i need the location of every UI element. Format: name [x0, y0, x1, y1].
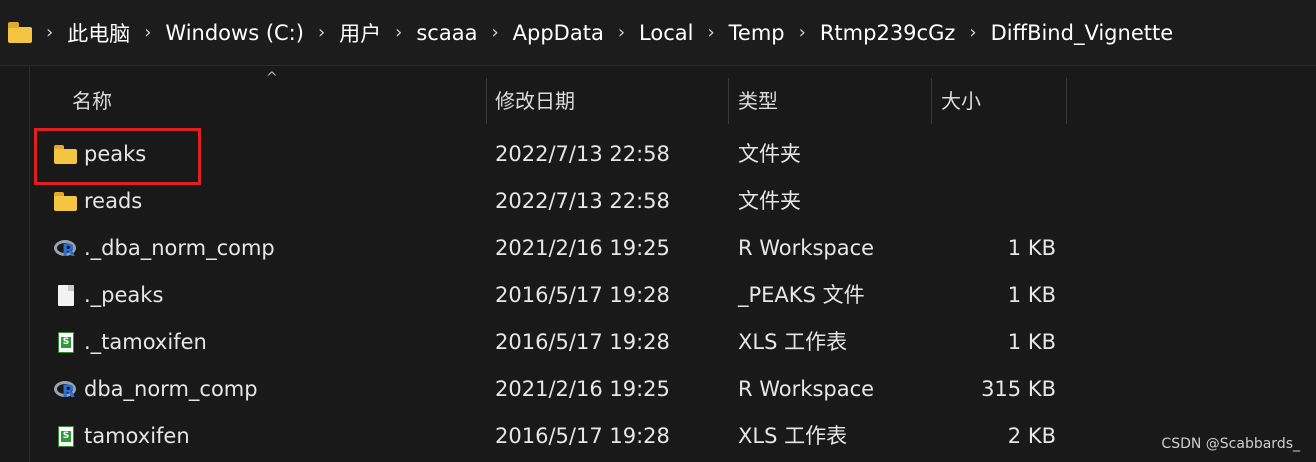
spreadsheet-icon: S: [54, 332, 78, 354]
column-divider[interactable]: [1066, 78, 1067, 124]
folder-icon: [8, 21, 32, 43]
file-name[interactable]: ._peaks: [84, 272, 163, 319]
r-workspace-icon: R: [54, 238, 78, 261]
file-size: 2 KB: [1007, 424, 1056, 448]
file-size: [930, 131, 1056, 178]
spreadsheet-icon: S: [54, 426, 78, 448]
red-highlight-box: [34, 128, 201, 185]
chevron-right-icon[interactable]: ›: [395, 22, 402, 43]
breadcrumb-rtmp[interactable]: Rtmp239cGz: [820, 21, 956, 45]
column-divider[interactable]: [728, 78, 729, 124]
file-size: 1 KB: [1007, 330, 1056, 354]
column-header-type[interactable]: 类型: [738, 78, 778, 124]
file-name[interactable]: reads: [84, 178, 142, 225]
sort-indicator-icon: ^: [266, 70, 278, 86]
column-divider[interactable]: [931, 78, 932, 124]
file-type: XLS 工作表: [738, 330, 848, 354]
file-type: R Workspace: [738, 377, 875, 401]
file-type: 文件夹: [738, 142, 801, 166]
file-row-dba-norm-comp[interactable]: R dba_norm_comp 2021/2/16 19:25 R Worksp…: [0, 366, 1316, 413]
file-name[interactable]: ._tamoxifen: [84, 319, 207, 366]
file-date: 2016/5/17 19:28: [495, 424, 670, 448]
breadcrumb-temp[interactable]: Temp: [729, 21, 785, 45]
chevron-right-icon[interactable]: ›: [969, 22, 976, 43]
breadcrumb-appdata[interactable]: AppData: [513, 21, 604, 45]
file-row-dba-norm-comp-hidden[interactable]: R ._dba_norm_comp 2021/2/16 19:25 R Work…: [0, 225, 1316, 272]
file-date: 2022/7/13 22:58: [495, 189, 670, 213]
file-size: 1 KB: [1007, 283, 1056, 307]
file-icon: [54, 285, 78, 307]
column-header-size[interactable]: 大小: [941, 78, 981, 124]
file-size: 315 KB: [981, 377, 1056, 401]
file-type: 文件夹: [738, 189, 801, 213]
file-type: R Workspace: [738, 236, 875, 260]
chevron-right-icon[interactable]: ›: [799, 22, 806, 43]
breadcrumb-local[interactable]: Local: [639, 21, 693, 45]
file-date: 2021/2/16 19:25: [495, 377, 670, 401]
breadcrumb-scaaa[interactable]: scaaa: [416, 21, 477, 45]
chevron-right-icon[interactable]: ›: [144, 22, 151, 43]
address-bar[interactable]: › 此电脑 › Windows (C:) › 用户 › scaaa › AppD…: [0, 0, 1316, 66]
chevron-right-icon[interactable]: ›: [618, 22, 625, 43]
column-divider[interactable]: [486, 78, 487, 124]
file-name[interactable]: tamoxifen: [84, 413, 190, 460]
r-workspace-icon: R: [54, 379, 78, 402]
chevron-right-icon[interactable]: ›: [707, 22, 714, 43]
file-row-tamoxifen[interactable]: S tamoxifen 2016/5/17 19:28 XLS 工作表 2 KB: [0, 413, 1316, 460]
breadcrumb-diffbind-vignette[interactable]: DiffBind_Vignette: [991, 21, 1174, 45]
file-date: 2016/5/17 19:28: [495, 330, 670, 354]
breadcrumb-users[interactable]: 用户: [339, 18, 381, 48]
file-size: 1 KB: [1007, 236, 1056, 260]
file-name[interactable]: dba_norm_comp: [84, 366, 258, 413]
file-date: 2021/2/16 19:25: [495, 236, 670, 260]
file-name[interactable]: ._dba_norm_comp: [84, 225, 275, 272]
chevron-right-icon[interactable]: ›: [46, 22, 53, 43]
chevron-right-icon[interactable]: ›: [318, 22, 325, 43]
file-date: 2022/7/13 22:58: [495, 142, 670, 166]
file-date: 2016/5/17 19:28: [495, 283, 670, 307]
column-header-name[interactable]: 名称: [72, 78, 112, 124]
file-type: _PEAKS 文件: [738, 283, 865, 307]
column-header-date[interactable]: 修改日期: [495, 78, 575, 124]
file-row-peaks-hidden[interactable]: ._peaks 2016/5/17 19:28 _PEAKS 文件 1 KB: [0, 272, 1316, 319]
watermark: CSDN @Scabbards_: [1161, 436, 1300, 452]
breadcrumb-windows-c[interactable]: Windows (C:): [165, 21, 304, 45]
breadcrumb-this-pc[interactable]: 此电脑: [67, 18, 130, 48]
file-type: XLS 工作表: [738, 424, 848, 448]
file-size: [930, 178, 1056, 225]
folder-icon: [54, 191, 78, 213]
file-row-reads[interactable]: reads 2022/7/13 22:58 文件夹: [0, 178, 1316, 225]
file-row-tamoxifen-hidden[interactable]: S ._tamoxifen 2016/5/17 19:28 XLS 工作表 1 …: [0, 319, 1316, 366]
chevron-right-icon[interactable]: ›: [491, 22, 498, 43]
